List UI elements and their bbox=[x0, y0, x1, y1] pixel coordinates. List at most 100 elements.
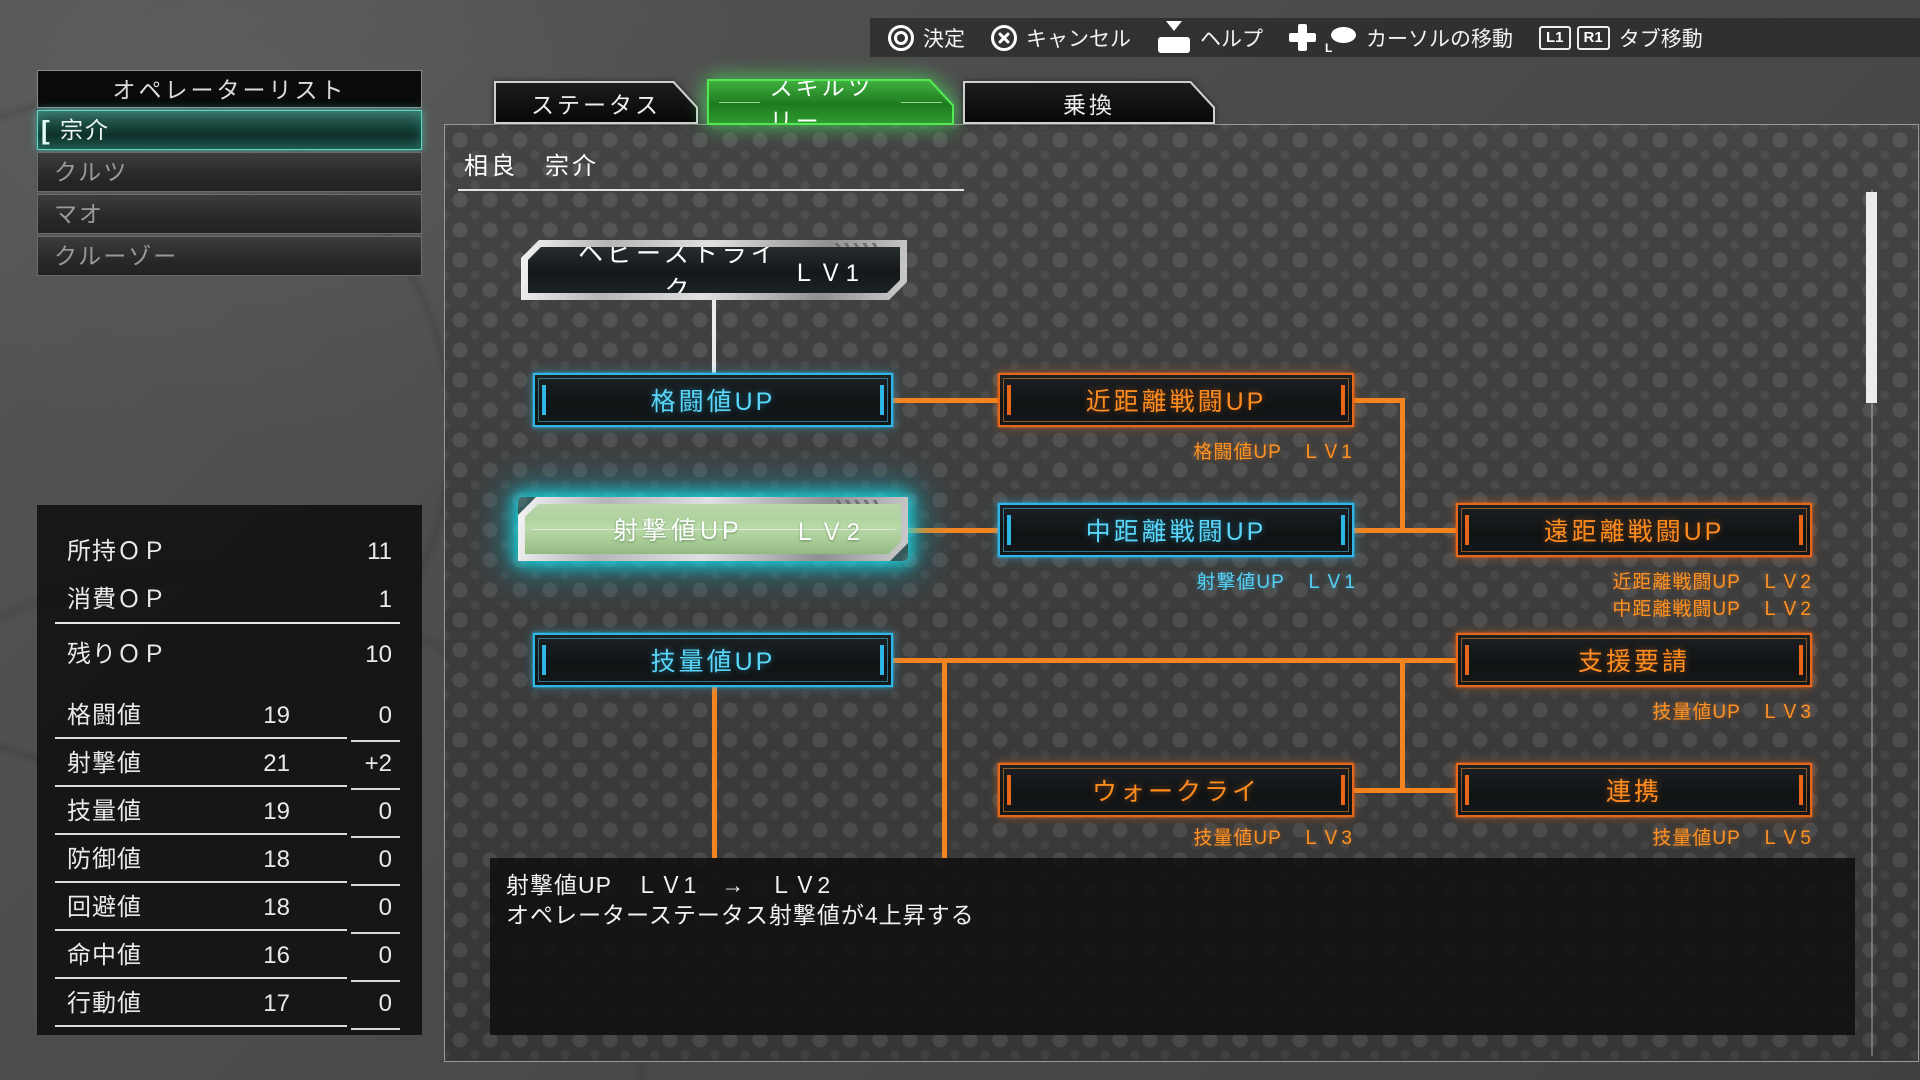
connector-line bbox=[712, 687, 717, 858]
requirement-label-long-combat-1: 近距離戦闘UP ＬＶ2 bbox=[1612, 567, 1812, 594]
touchpad-icon bbox=[1157, 23, 1191, 53]
skill-node-label: 遠距離戦闘UP bbox=[1544, 512, 1725, 548]
operator-name-label: マオ bbox=[54, 201, 104, 227]
hint-cursor-move: カーソルの移動 bbox=[1289, 23, 1513, 53]
hint-confirm: 決定 bbox=[888, 23, 965, 53]
op-remaining-label: 残りＯＰ bbox=[67, 640, 167, 670]
connector-line bbox=[1352, 528, 1456, 533]
stat-value: 16 bbox=[263, 941, 290, 971]
skill-description-effect: オペレーターステータス射撃値が4上昇する bbox=[506, 900, 1839, 930]
controller-hints-bar: 決定 キャンセル ヘルプ カーソルの移動 L1 R1 タブ移動 bbox=[870, 18, 1920, 57]
stat-label: 射撃値 bbox=[67, 749, 142, 779]
connector-line bbox=[1352, 398, 1405, 403]
connector-line bbox=[712, 300, 716, 374]
skill-node-mid-combat-up[interactable]: 中距離戦闘UP bbox=[998, 503, 1354, 557]
stat-delta: 0 bbox=[379, 989, 392, 1019]
stat-row-melee: 格闘値 19 0 bbox=[37, 701, 422, 731]
operator-list-title: オペレーターリスト bbox=[37, 70, 422, 108]
skill-node-melee-up[interactable]: 格闘値UP bbox=[533, 373, 893, 427]
skill-node-label: ウォークライ bbox=[1092, 772, 1260, 808]
op-row-remaining: 残りＯＰ 10 bbox=[37, 640, 422, 670]
requirement-label-mid-combat: 射撃値UP ＬＶ1 bbox=[1196, 567, 1356, 594]
left-stick-icon bbox=[1325, 24, 1357, 52]
scrollbar-thumb[interactable] bbox=[1866, 192, 1877, 403]
op-row-cost: 消費ＯＰ 1 bbox=[37, 585, 422, 615]
connector-line bbox=[942, 658, 947, 858]
operator-item-kurz[interactable]: クルツ bbox=[37, 152, 422, 192]
skill-node-skill-up[interactable]: 技量値UP bbox=[533, 633, 893, 687]
stat-row-accuracy: 命中値 16 0 bbox=[37, 941, 422, 971]
stat-value: 19 bbox=[263, 701, 290, 731]
requirement-label-support-request: 技量値UP ＬＶ3 bbox=[1652, 697, 1812, 724]
hint-confirm-label: 決定 bbox=[923, 23, 965, 53]
connector-line bbox=[891, 398, 998, 403]
selected-operator-name: 相良 宗介 bbox=[464, 146, 599, 181]
header-divider bbox=[458, 189, 964, 191]
hint-help-label: ヘルプ bbox=[1200, 23, 1263, 53]
stat-delta: 0 bbox=[379, 941, 392, 971]
l1-button-icon: L1 bbox=[1539, 26, 1571, 50]
stat-value: 17 bbox=[263, 989, 290, 1019]
stat-delta: +2 bbox=[365, 749, 392, 779]
requirement-label-war-cry: 技量値UP ＬＶ3 bbox=[1193, 823, 1353, 850]
connector-line bbox=[1400, 658, 1405, 790]
operator-name-label: クルツ bbox=[54, 159, 128, 185]
op-remaining-value: 10 bbox=[365, 640, 392, 670]
hint-tab-move: L1 R1 タブ移動 bbox=[1539, 23, 1703, 53]
skill-description-box: 射撃値UP ＬＶ1 → ＬＶ2 オペレーターステータス射撃値が4上昇する bbox=[490, 858, 1855, 1035]
skill-node-label: 支援要請 bbox=[1578, 642, 1690, 678]
requirement-label-long-combat-2: 中距離戦闘UP ＬＶ2 bbox=[1612, 594, 1812, 621]
requirement-label-close-combat: 格闘値UP ＬＶ1 bbox=[1193, 437, 1353, 464]
skill-node-support-request[interactable]: 支援要請 bbox=[1456, 633, 1812, 687]
stat-row-evasion: 回避値 18 0 bbox=[37, 893, 422, 923]
skill-node-label: 連携 bbox=[1606, 772, 1662, 808]
requirement-label-cooperation: 技量値UP ＬＶ5 bbox=[1652, 823, 1812, 850]
skill-node-label: 射撃値UP bbox=[563, 511, 793, 547]
stat-row-action: 行動値 17 0 bbox=[37, 989, 422, 1019]
tab-transfer[interactable]: 乗換 bbox=[963, 81, 1215, 124]
hint-cursor-move-label: カーソルの移動 bbox=[1366, 23, 1513, 53]
skill-node-label: 技量値UP bbox=[651, 642, 776, 678]
stat-delta: 0 bbox=[379, 845, 392, 875]
tab-skill-tree-label: スキルツリー bbox=[709, 81, 952, 123]
operator-name-label: 宗介 bbox=[60, 117, 110, 143]
stat-delta: 0 bbox=[379, 701, 392, 731]
dpad-icon bbox=[1289, 24, 1316, 51]
hint-cancel-label: キャンセル bbox=[1026, 23, 1131, 53]
stat-value: 21 bbox=[263, 749, 290, 779]
cross-button-icon bbox=[991, 25, 1017, 51]
operator-item-clouseau[interactable]: クルーゾー bbox=[37, 236, 422, 276]
skill-node-close-combat-up[interactable]: 近距離戦闘UP bbox=[998, 373, 1354, 427]
hint-cancel: キャンセル bbox=[991, 23, 1131, 53]
skill-node-heavy-strike[interactable]: ヘビーストライク ＬＶ1 bbox=[521, 240, 907, 300]
stat-label: 回避値 bbox=[67, 893, 142, 923]
selection-marker: [ bbox=[41, 111, 52, 149]
stat-label: 行動値 bbox=[67, 989, 142, 1019]
r1-button-icon: R1 bbox=[1577, 26, 1610, 50]
connector-line bbox=[891, 658, 1457, 663]
operator-list-panel: オペレーターリスト [ 宗介 クルツ マオ クルーゾー bbox=[37, 70, 422, 276]
stat-label: 技量値 bbox=[67, 797, 142, 827]
stat-row-defense: 防御値 18 0 bbox=[37, 845, 422, 875]
skill-node-label: 格闘値UP bbox=[651, 382, 776, 418]
op-cost-value: 1 bbox=[379, 585, 392, 615]
tab-status[interactable]: ステータス bbox=[494, 81, 698, 124]
op-cost-label: 消費ＯＰ bbox=[67, 585, 167, 615]
stat-value: 19 bbox=[263, 797, 290, 827]
tab-skill-tree[interactable]: スキルツリー bbox=[707, 79, 954, 125]
skill-node-cooperation[interactable]: 連携 bbox=[1456, 763, 1812, 817]
skill-node-shooting-up-selected[interactable]: 射撃値UP ＬＶ2 bbox=[518, 497, 908, 561]
skill-node-label: 近距離戦闘UP bbox=[1086, 382, 1267, 418]
skill-node-long-combat-up[interactable]: 遠距離戦闘UP bbox=[1456, 503, 1812, 557]
skill-node-level: ＬＶ2 bbox=[793, 512, 863, 547]
tab-transfer-label: 乗換 bbox=[965, 83, 1213, 122]
hint-help: ヘルプ bbox=[1157, 23, 1263, 53]
skill-node-war-cry[interactable]: ウォークライ bbox=[998, 763, 1354, 817]
skill-node-level: ＬＶ1 bbox=[792, 253, 862, 288]
operator-item-sousuke[interactable]: [ 宗介 bbox=[37, 110, 422, 150]
op-stats-panel: 所持ＯＰ 11 消費ＯＰ 1 残りＯＰ 10 格闘値 19 0 射撃値 21 +… bbox=[37, 505, 422, 1035]
stat-delta: 0 bbox=[379, 797, 392, 827]
skill-tree-screen: 決定 キャンセル ヘルプ カーソルの移動 L1 R1 タブ移動 オペレーターリス… bbox=[0, 0, 1920, 1080]
op-owned-value: 11 bbox=[367, 537, 392, 567]
operator-item-mao[interactable]: マオ bbox=[37, 194, 422, 234]
